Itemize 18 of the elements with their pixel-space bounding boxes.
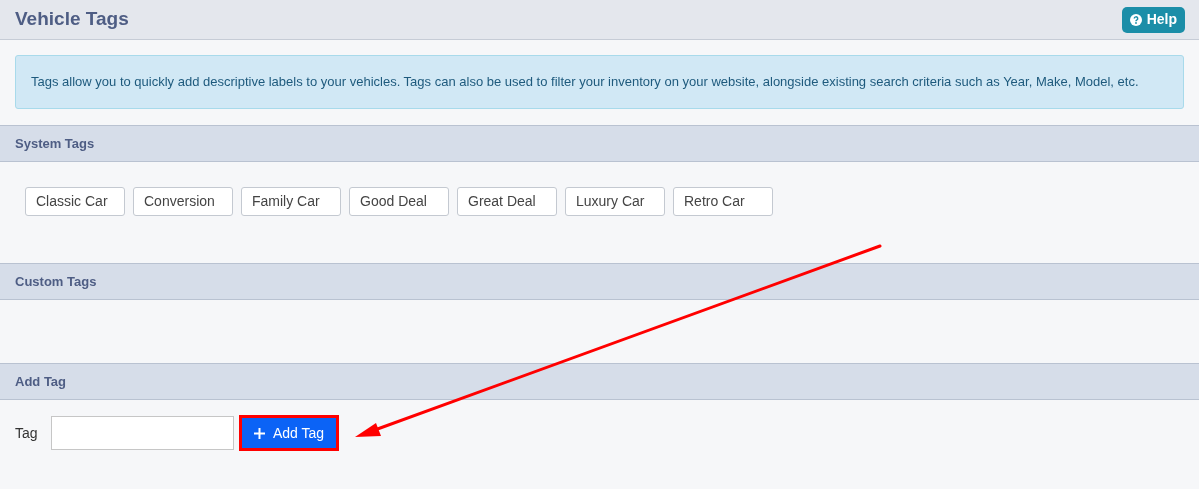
add-tag-button[interactable]: Add Tag bbox=[239, 415, 340, 451]
tag-chip: Conversion bbox=[133, 187, 233, 216]
section-header: Add Tag bbox=[0, 363, 1199, 400]
tag-chip: Luxury Car bbox=[565, 187, 665, 216]
info-alert: Tags allow you to quickly add descriptive labels to your vehicles. Tags can also be used to filter your inventory on your website, alongside existing search criteria such as Year, Make, Model, etc. bbox=[15, 55, 1184, 109]
plus-icon bbox=[254, 427, 265, 439]
help-icon bbox=[1129, 13, 1142, 26]
section-header: Custom Tags bbox=[0, 263, 1199, 300]
tag-input[interactable] bbox=[51, 416, 234, 450]
tag-chip: Good Deal bbox=[349, 187, 449, 216]
page-title: Vehicle Tags bbox=[15, 7, 129, 32]
tag-chip: Retro Car bbox=[673, 187, 773, 216]
tag-chip: Family Car bbox=[241, 187, 341, 216]
tag-chip: Classic Car bbox=[25, 187, 125, 216]
tag-label: Tag bbox=[15, 423, 39, 443]
tag-chip: Great Deal bbox=[457, 187, 557, 216]
section-header: System Tags bbox=[0, 125, 1199, 162]
help-button[interactable]: Help bbox=[1121, 6, 1185, 33]
